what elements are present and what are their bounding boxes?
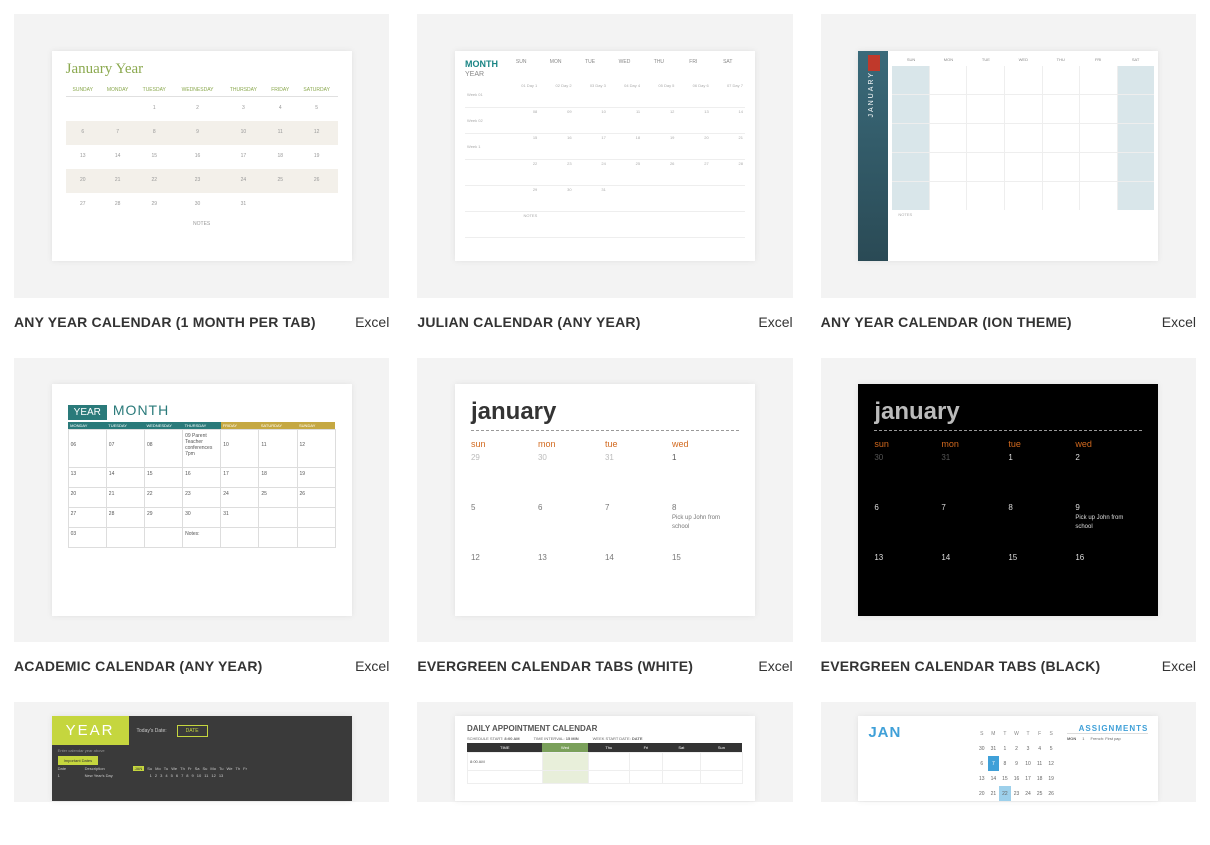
template-grid: January Year SUNDAYMONDAYTUESDAYWEDNESDA…: [14, 14, 1196, 802]
preview: MONTH SUNMONTUEWEDTHUFRISAT YEAR Week 01…: [455, 51, 755, 261]
template-title: ANY YEAR CALENDAR (ION THEME): [821, 314, 1072, 330]
preview: january sunmontuewed 2930311 5678Pick up…: [455, 384, 755, 616]
template-app: Excel: [355, 658, 389, 674]
notes-label: NOTES: [66, 217, 338, 231]
template-thumbnail[interactable]: January Year SUNDAYMONDAYTUESDAYWEDNESDA…: [14, 14, 389, 298]
preview: YEAR MONTH MONDAYTUESDAYWEDNESDAYTHURSDA…: [52, 384, 352, 616]
template-title: EVERGREEN CALENDAR TABS (BLACK): [821, 658, 1101, 674]
template-card[interactable]: YEAR MONTH MONDAYTUESDAYWEDNESDAYTHURSDA…: [14, 358, 389, 674]
preview: january sunmontuewed 303112 6789Pick up …: [858, 384, 1158, 616]
template-card[interactable]: JAN SMTWTFS 303112345 6789101112 1314151…: [821, 702, 1196, 802]
template-app: Excel: [758, 658, 792, 674]
template-thumbnail[interactable]: YEAR Today's Date:DATE Enter calendar ye…: [14, 702, 389, 802]
template-thumbnail[interactable]: JAN SMTWTFS 303112345 6789101112 1314151…: [821, 702, 1196, 802]
template-thumbnail[interactable]: YEAR MONTH MONDAYTUESDAYWEDNESDAYTHURSDA…: [14, 358, 389, 642]
template-thumbnail[interactable]: JANUARY SUNMONTUEWEDTHUFRISAT NOTES: [821, 14, 1196, 298]
template-thumbnail[interactable]: MONTH SUNMONTUEWEDTHUFRISAT YEAR Week 01…: [417, 14, 792, 298]
template-card[interactable]: january sunmontuewed 2930311 5678Pick up…: [417, 358, 792, 674]
template-thumbnail[interactable]: january sunmontuewed 2930311 5678Pick up…: [417, 358, 792, 642]
template-card[interactable]: JANUARY SUNMONTUEWEDTHUFRISAT NOTES: [821, 14, 1196, 330]
template-card[interactable]: January Year SUNDAYMONDAYTUESDAYWEDNESDA…: [14, 14, 389, 330]
preview: JANUARY SUNMONTUEWEDTHUFRISAT NOTES: [858, 51, 1158, 261]
template-app: Excel: [758, 314, 792, 330]
template-title: ANY YEAR CALENDAR (1 MONTH PER TAB): [14, 314, 316, 330]
preview: January Year SUNDAYMONDAYTUESDAYWEDNESDA…: [52, 51, 352, 261]
template-title: JULIAN CALENDAR (ANY YEAR): [417, 314, 640, 330]
template-app: Excel: [1162, 314, 1196, 330]
template-title: ACADEMIC CALENDAR (ANY YEAR): [14, 658, 263, 674]
preview: DAILY APPOINTMENT CALENDAR SCHEDULE STAR…: [455, 716, 755, 801]
template-app: Excel: [1162, 658, 1196, 674]
template-thumbnail[interactable]: DAILY APPOINTMENT CALENDAR SCHEDULE STAR…: [417, 702, 792, 802]
preview-heading: January Year: [66, 61, 338, 78]
template-card[interactable]: january sunmontuewed 303112 6789Pick up …: [821, 358, 1196, 674]
template-card[interactable]: DAILY APPOINTMENT CALENDAR SCHEDULE STAR…: [417, 702, 792, 802]
template-card[interactable]: MONTH SUNMONTUEWEDTHUFRISAT YEAR Week 01…: [417, 14, 792, 330]
preview: JAN SMTWTFS 303112345 6789101112 1314151…: [858, 716, 1158, 801]
template-title: EVERGREEN CALENDAR TABS (WHITE): [417, 658, 693, 674]
template-card[interactable]: YEAR Today's Date:DATE Enter calendar ye…: [14, 702, 389, 802]
preview: YEAR Today's Date:DATE Enter calendar ye…: [52, 716, 352, 801]
template-app: Excel: [355, 314, 389, 330]
template-thumbnail[interactable]: january sunmontuewed 303112 6789Pick up …: [821, 358, 1196, 642]
